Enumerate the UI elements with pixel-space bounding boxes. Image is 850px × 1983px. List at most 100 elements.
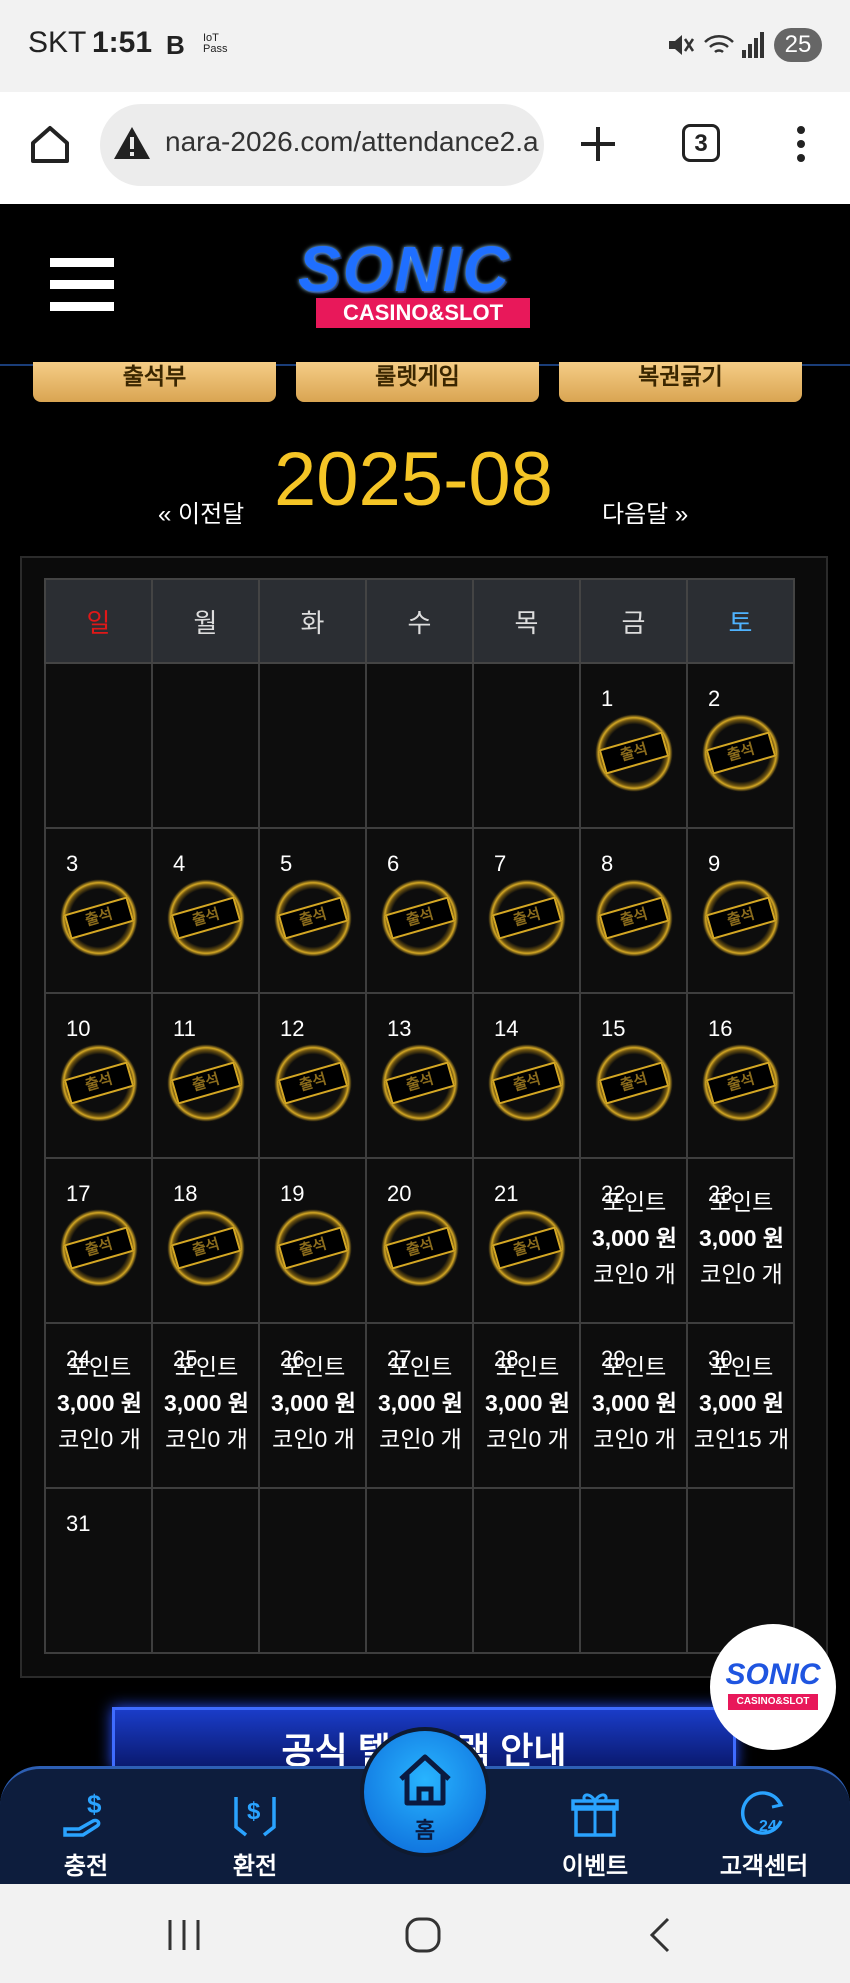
back-icon[interactable] <box>646 1916 676 1954</box>
day-cell: 15 출석 <box>579 992 688 1159</box>
nav-support-label: 고객센터 <box>719 1853 809 1880</box>
empty-day-cell <box>365 662 474 829</box>
nav-roulette-button[interactable]: 룰렛게임 <box>296 362 539 402</box>
reward-point-amount: 3,000 원 <box>163 1390 250 1416</box>
stamp-label: 출석 <box>491 1226 563 1270</box>
day-cell: 27 포인트 3,000 원 코인0 개 <box>365 1322 474 1489</box>
stamp-label: 출석 <box>598 731 670 775</box>
day-cell: 1 출석 <box>579 662 688 829</box>
stamp-label: 출석 <box>384 896 456 940</box>
reward-point-label: 포인트 <box>281 1354 346 1380</box>
iot-pass-icon: IoT Pass <box>203 32 228 55</box>
nav-home-label: 홈 <box>414 1818 436 1843</box>
floating-logo-text: SONIC <box>725 1658 821 1691</box>
day-number: 10 <box>66 1016 91 1041</box>
weekday-header: 화 <box>258 578 367 664</box>
day-cell: 17 출석 <box>44 1157 153 1324</box>
day-number: 7 <box>494 851 507 876</box>
home-nav-icon[interactable] <box>404 1916 442 1954</box>
day-number: 12 <box>280 1016 305 1041</box>
attendance-stamp-icon: 출석 <box>274 879 352 957</box>
attendance-stamp-icon: 출석 <box>167 1044 245 1122</box>
nav-exchange-label: 환전 <box>232 1853 278 1880</box>
attendance-stamp-icon: 출석 <box>381 1044 459 1122</box>
home-icon[interactable] <box>28 122 72 166</box>
site-header: SONIC CASINO&SLOT <box>0 204 850 366</box>
day-cell: 13 출석 <box>365 992 474 1159</box>
stamp-label: 출석 <box>705 1061 777 1105</box>
nav-lottery-button[interactable]: 복권긁기 <box>559 362 802 402</box>
stamp-label: 출석 <box>170 896 242 940</box>
reward-coin-amount: 코인0 개 <box>486 1426 569 1452</box>
empty-day-cell <box>258 1487 367 1654</box>
reward-coin-amount: 코인0 개 <box>593 1426 676 1452</box>
url-text[interactable]: nara-2026.com/attendance2.a <box>165 126 539 158</box>
day-cell: 21 출석 <box>472 1157 581 1324</box>
floating-logo-subtext: CASINO&SLOT <box>728 1694 818 1710</box>
stamp-label: 출석 <box>598 896 670 940</box>
nav-attendance-button[interactable]: 출석부 <box>33 362 276 402</box>
attendance-calendar: 일월화수목금토 1 출석 2 출석 3 출석 4 출석 5 출석 6 출석 7 출석 8 출석 9 출석 10 출석 1… <box>20 556 828 1678</box>
recent-apps-icon[interactable] <box>166 1918 202 1952</box>
day-cell: 23 포인트 3,000 원 코인0 개 <box>686 1157 795 1324</box>
prev-month-link[interactable]: « 이전달 <box>158 494 244 529</box>
stamp-label: 출석 <box>277 1061 349 1105</box>
stamp-label: 출석 <box>384 1061 456 1105</box>
nav-charge[interactable]: $ 충전 <box>26 1789 146 1881</box>
nav-exchange[interactable]: $ 환전 <box>195 1789 315 1881</box>
reward-point-label: 포인트 <box>174 1354 239 1380</box>
new-tab-icon[interactable] <box>578 124 618 164</box>
attendance-stamp-icon: 출석 <box>381 879 459 957</box>
floating-sonic-button[interactable]: SONIC CASINO&SLOT <box>710 1624 836 1750</box>
empty-day-cell <box>472 1487 581 1654</box>
reward-point-amount: 3,000 원 <box>591 1225 678 1251</box>
month-header: « 이전달 2025-08 다음달 » <box>0 436 850 529</box>
address-bar[interactable]: nara-2026.com/attendance2.a <box>100 104 544 186</box>
day-cell: 28 포인트 3,000 원 코인0 개 <box>472 1322 581 1489</box>
day-number: 11 <box>173 1016 196 1041</box>
nav-home-button[interactable]: 홈 <box>360 1727 490 1857</box>
empty-day-cell <box>365 1487 474 1654</box>
day-number: 14 <box>494 1016 519 1041</box>
weekday-header: 월 <box>151 578 260 664</box>
day-cell: 31 <box>44 1487 153 1654</box>
empty-day-cell <box>258 662 367 829</box>
day-number: 9 <box>708 851 721 876</box>
stamp-label: 출석 <box>705 731 777 775</box>
nav-charge-label: 충전 <box>63 1853 109 1880</box>
hamburger-menu-icon[interactable] <box>50 256 116 314</box>
attendance-stamp-icon: 출석 <box>595 1044 673 1122</box>
reward-coin-amount: 코인0 개 <box>165 1426 248 1452</box>
tab-count-button[interactable]: 3 <box>682 124 720 162</box>
day-number: 13 <box>387 1016 412 1041</box>
b-app-icon: B <box>166 30 185 60</box>
battery-badge: 25 <box>774 28 822 62</box>
day-cell: 3 출석 <box>44 827 153 994</box>
day-cell: 19 출석 <box>258 1157 367 1324</box>
attendance-stamp-icon: 출석 <box>274 1044 352 1122</box>
attendance-stamp-icon: 출석 <box>488 879 566 957</box>
more-menu-icon[interactable] <box>786 122 816 166</box>
reward-point-label: 포인트 <box>709 1354 774 1380</box>
reward-point-label: 포인트 <box>602 1189 667 1215</box>
logo-casino-text: CASINO&SLOT <box>316 298 530 328</box>
warning-icon[interactable] <box>112 124 152 164</box>
attendance-stamp-icon: 출석 <box>488 1044 566 1122</box>
stamp-label: 출석 <box>63 1226 135 1270</box>
carrier: SKT <box>28 26 87 59</box>
reward-point-amount: 3,000 원 <box>270 1390 357 1416</box>
reward-point-amount: 3,000 원 <box>591 1390 678 1416</box>
month-title: 2025-08 <box>274 437 553 522</box>
reward-coin-amount: 코인0 개 <box>379 1426 462 1452</box>
nav-support[interactable]: 24 고객센터 <box>704 1789 824 1881</box>
svg-text:$: $ <box>87 1789 102 1819</box>
nav-event[interactable]: 이벤트 <box>535 1789 655 1881</box>
support-24-icon: 24 <box>740 1791 784 1835</box>
day-number: 21 <box>494 1181 519 1206</box>
day-number: 6 <box>387 851 400 876</box>
sonic-logo[interactable]: SONIC CASINO&SLOT <box>290 232 570 332</box>
stamp-label: 출석 <box>63 896 135 940</box>
next-month-link[interactable]: 다음달 » <box>602 494 688 529</box>
reward-point-label: 포인트 <box>495 1354 560 1380</box>
day-number: 2 <box>708 686 721 711</box>
